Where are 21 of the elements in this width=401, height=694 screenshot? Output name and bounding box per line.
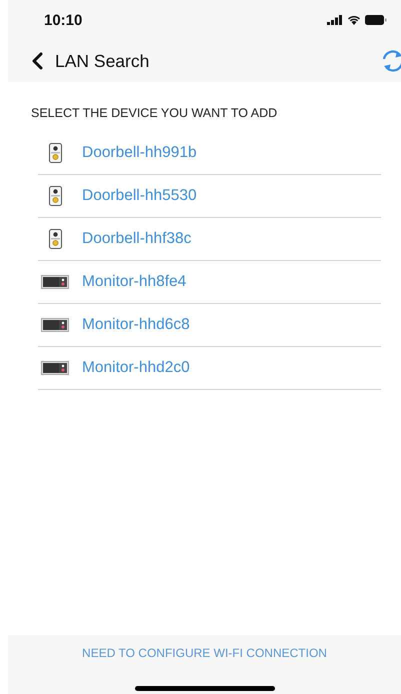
device-name[interactable]: Monitor-hh8fe4 xyxy=(82,273,186,291)
device-name[interactable]: Doorbell-hhf38c xyxy=(82,230,192,248)
status-time: 10:10 xyxy=(44,12,82,28)
doorbell-icon xyxy=(48,143,62,163)
device-name[interactable]: Monitor-hhd6c8 xyxy=(82,316,190,334)
doorbell-icon xyxy=(48,186,62,206)
monitor-icon xyxy=(41,275,69,289)
device-name[interactable]: Monitor-hhd2c0 xyxy=(82,359,190,377)
wifi-config-link[interactable]: NEED TO CONFIGURE WI-FI CONNECTION xyxy=(82,646,327,660)
monitor-icon xyxy=(41,361,69,375)
signal-icon xyxy=(327,15,343,25)
section-heading: SELECT THE DEVICE YOU WANT TO ADD xyxy=(31,106,278,122)
wifi-icon xyxy=(347,15,361,25)
screen-title: LAN Search xyxy=(55,50,150,72)
battery-icon xyxy=(365,15,387,25)
device-name[interactable]: Doorbell-hh5530 xyxy=(82,187,197,205)
refresh-icon[interactable] xyxy=(381,48,401,74)
monitor-icon xyxy=(41,318,69,332)
device-name[interactable]: Doorbell-hh991b xyxy=(82,144,197,162)
doorbell-icon xyxy=(48,229,62,249)
back-icon[interactable] xyxy=(32,52,43,70)
